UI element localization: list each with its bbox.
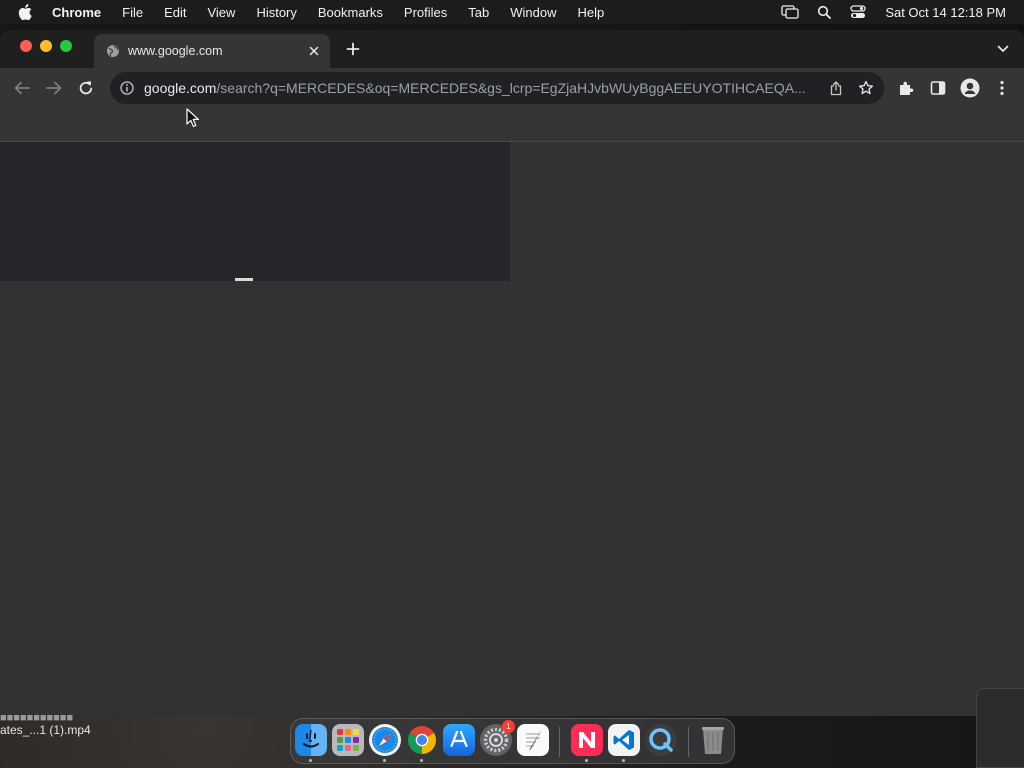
window-close-button[interactable] (20, 40, 32, 52)
chrome-icon[interactable] (406, 724, 438, 756)
background-window[interactable] (976, 688, 1024, 768)
menu-app-name[interactable]: Chrome (52, 5, 101, 20)
desktop-file-name: ates_...1 (1).mp4 (0, 723, 91, 737)
quicktime-icon[interactable] (645, 724, 677, 756)
menu-bar-clock[interactable]: Sat Oct 14 12:18 PM (885, 5, 1006, 20)
back-arrow-icon[interactable] (12, 78, 32, 98)
menu-history[interactable]: History (256, 5, 296, 20)
dock: 1 (290, 718, 735, 764)
globe-icon (106, 44, 120, 58)
url-domain: google.com (144, 80, 217, 96)
vscode-icon[interactable] (608, 724, 640, 756)
browser-tab[interactable]: www.google.com (94, 34, 330, 68)
bookmark-star-icon[interactable] (858, 80, 874, 96)
spotlight-search-icon[interactable] (815, 5, 833, 19)
tab-title: www.google.com (128, 44, 223, 58)
bookmarks-bar (0, 108, 1024, 142)
screen-mirroring-icon[interactable] (781, 5, 799, 19)
chrome-running-dot (420, 759, 423, 762)
browser-window: www.google.com google.com/search?q=MERCE… (0, 30, 1024, 716)
new-tab-plus-icon[interactable] (344, 40, 362, 58)
panel-handle (235, 278, 253, 281)
vscode-running-dot (622, 759, 625, 762)
extensions-puzzle-icon[interactable] (896, 78, 916, 98)
menu-view[interactable]: View (207, 5, 235, 20)
loading-panel (0, 142, 510, 281)
control-center-icon[interactable] (849, 5, 867, 19)
tab-close-icon[interactable] (306, 43, 322, 59)
menu-edit[interactable]: Edit (164, 5, 186, 20)
launchpad-icon[interactable] (332, 724, 364, 756)
menu-window[interactable]: Window (510, 5, 556, 20)
news-running-dot (585, 759, 588, 762)
page-content (0, 142, 1024, 716)
side-panel-icon[interactable] (928, 78, 948, 98)
profile-avatar-icon[interactable] (960, 78, 980, 98)
menu-bar: Chrome File Edit View History Bookmarks … (0, 0, 1024, 24)
menu-bookmarks[interactable]: Bookmarks (318, 5, 383, 20)
menu-profiles[interactable]: Profiles (404, 5, 447, 20)
reload-icon[interactable] (76, 78, 96, 98)
safari-icon[interactable] (369, 724, 401, 756)
share-icon[interactable] (828, 80, 844, 96)
tab-strip: www.google.com (0, 30, 1024, 68)
window-maximize-button[interactable] (60, 40, 72, 52)
safari-running-dot (383, 759, 386, 762)
dock-separator (688, 727, 689, 757)
site-info-icon[interactable] (120, 81, 134, 95)
menu-help[interactable]: Help (578, 5, 605, 20)
desktop-file[interactable]: ■■■■■■■■■■■ ates_...1 (1).mp4 (0, 712, 120, 742)
finder-icon[interactable] (295, 724, 327, 756)
mouse-cursor-icon (186, 108, 200, 128)
settings-notification-badge: 1 (502, 720, 515, 733)
dock-separator (559, 727, 560, 757)
textedit-icon[interactable] (517, 724, 549, 756)
address-url[interactable]: google.com/search?q=MERCEDES&oq=MERCEDES… (144, 80, 816, 96)
menu-tab[interactable]: Tab (468, 5, 489, 20)
trash-icon[interactable] (697, 724, 729, 756)
forward-arrow-icon[interactable] (44, 78, 64, 98)
menu-file[interactable]: File (122, 5, 143, 20)
news-icon[interactable] (571, 724, 603, 756)
browser-toolbar: google.com/search?q=MERCEDES&oq=MERCEDES… (0, 68, 1024, 108)
finder-running-dot (309, 759, 312, 762)
window-minimize-button[interactable] (40, 40, 52, 52)
apple-menu-icon[interactable] (18, 0, 36, 24)
url-path: /search?q=MERCEDES&oq=MERCEDES&gs_lcrp=E… (216, 80, 806, 96)
tab-search-chevron-down-icon[interactable] (996, 42, 1010, 56)
app-store-icon[interactable] (443, 724, 475, 756)
address-bar[interactable]: google.com/search?q=MERCEDES&oq=MERCEDES… (110, 72, 884, 104)
more-options-kebab-icon[interactable] (992, 78, 1012, 98)
